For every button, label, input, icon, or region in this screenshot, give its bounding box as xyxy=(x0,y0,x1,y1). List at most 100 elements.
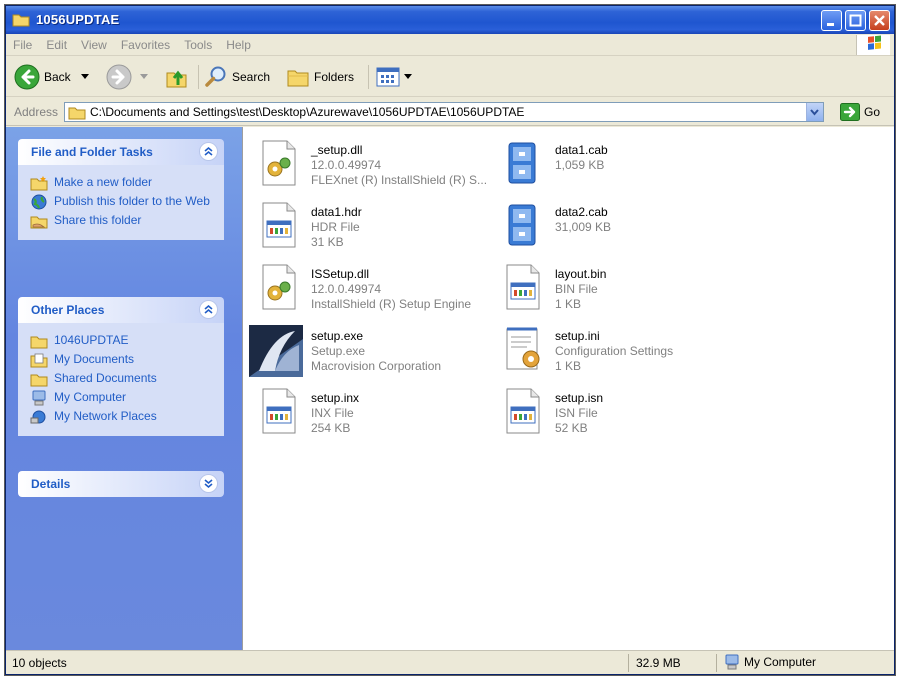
file-detail-2: 31 KB xyxy=(311,235,344,249)
make-new-folder-link[interactable]: Make a new folder xyxy=(30,175,216,191)
generic-file-icon xyxy=(506,264,540,310)
file-detail-1: 12.0.0.49974 xyxy=(311,158,382,172)
chevron-down-icon xyxy=(140,74,148,79)
file-item[interactable]: ISSetup.dll 12.0.0.49974 InstallShield (… xyxy=(255,263,495,319)
go-label: Go xyxy=(863,105,880,119)
search-button[interactable]: Search xyxy=(204,63,270,91)
file-detail-1: INX File xyxy=(311,406,354,420)
shared-documents-link[interactable]: Shared Documents xyxy=(30,371,216,387)
chevron-down-icon xyxy=(404,74,412,79)
chevron-up-icon xyxy=(204,146,213,156)
place-1046updtae-link[interactable]: 1046UPDTAE xyxy=(30,333,216,349)
address-input[interactable]: C:\Documents and Settings\test\Desktop\A… xyxy=(64,102,824,122)
file-name: layout.bin xyxy=(555,267,607,281)
details-panel: Details xyxy=(18,471,224,497)
zone-indicator: My Computer xyxy=(724,654,816,670)
menu-bar: File Edit View Favorites Tools Help xyxy=(6,34,894,56)
dll-file-icon xyxy=(262,140,296,186)
views-button[interactable] xyxy=(376,63,412,91)
file-detail-2: FLEXnet (R) InstallShield (R) S... xyxy=(311,173,488,187)
expand-button[interactable] xyxy=(199,474,218,493)
folders-label: Folders xyxy=(314,70,355,84)
menu-tools[interactable]: Tools xyxy=(177,34,219,56)
search-icon xyxy=(205,66,226,87)
my-documents-link[interactable]: My Documents xyxy=(30,352,216,368)
file-item[interactable]: data1.cab 1,059 KB xyxy=(499,139,739,195)
close-icon xyxy=(874,15,885,26)
panel-title: Details xyxy=(31,477,71,491)
menu-file[interactable]: File xyxy=(6,34,39,56)
explorer-window: 1056UPDTAE File Edit View Favorites Tools Hel… xyxy=(6,6,894,674)
menu-favorites[interactable]: Favorites xyxy=(114,34,177,56)
up-folder-button[interactable] xyxy=(164,63,190,91)
link-label: 1046UPDTAE xyxy=(54,333,129,347)
link-label: Share this folder xyxy=(54,213,142,227)
cab-file-icon xyxy=(508,142,536,184)
file-folder-tasks-header[interactable]: File and Folder Tasks xyxy=(18,139,224,165)
file-item[interactable]: setup.exe Setup.exe Macrovision Corporat… xyxy=(249,325,489,381)
address-dropdown-button[interactable] xyxy=(806,103,823,121)
globe-icon xyxy=(31,194,47,210)
address-label: Address xyxy=(14,105,59,119)
file-item[interactable]: layout.bin BIN File 1 KB xyxy=(499,263,739,319)
file-detail-1: BIN File xyxy=(555,282,598,296)
file-text: setup.inx INX File 254 KB xyxy=(311,391,359,436)
maximize-button[interactable] xyxy=(845,10,866,31)
back-button[interactable]: Back xyxy=(14,63,89,91)
chevron-up-icon xyxy=(204,304,213,314)
chevron-down-icon xyxy=(204,479,213,489)
link-label: Publish this folder to the Web xyxy=(54,194,210,208)
window-title: 1056UPDTAE xyxy=(36,12,120,27)
status-bar: 10 objects 32.9 MB My Computer xyxy=(6,650,894,674)
close-button[interactable] xyxy=(869,10,890,31)
menu-help[interactable]: Help xyxy=(219,34,258,56)
link-label: My Documents xyxy=(54,352,135,366)
file-name: setup.inx xyxy=(311,391,360,405)
back-label: Back xyxy=(44,70,71,84)
file-item[interactable]: setup.ini Configuration Settings 1 KB xyxy=(499,325,739,381)
file-detail-2: InstallShield (R) Setup Engine xyxy=(311,297,472,311)
minimize-icon xyxy=(827,23,834,26)
new-folder-icon xyxy=(30,176,48,191)
details-header[interactable]: Details xyxy=(18,471,224,497)
up-folder-icon xyxy=(166,70,187,88)
publish-folder-link[interactable]: Publish this folder to the Web xyxy=(30,194,216,210)
other-places-header[interactable]: Other Places xyxy=(18,297,224,323)
folder-icon xyxy=(12,14,30,27)
my-computer-link[interactable]: My Computer xyxy=(30,390,216,406)
address-bar: Address C:\Documents and Settings\test\D… xyxy=(6,98,894,126)
folders-button[interactable]: Folders xyxy=(286,63,354,91)
address-path: C:\Documents and Settings\test\Desktop\A… xyxy=(90,105,525,119)
minimize-button[interactable] xyxy=(821,10,842,31)
file-name: _setup.dll xyxy=(311,143,363,157)
toolbar: Back Search Folders xyxy=(6,57,894,97)
panel-title: Other Places xyxy=(31,303,105,317)
file-item[interactable]: setup.isn ISN File 52 KB xyxy=(499,387,739,443)
go-button[interactable]: Go xyxy=(839,103,880,121)
file-text: layout.bin BIN File 1 KB xyxy=(555,267,606,312)
computer-icon xyxy=(32,390,46,406)
file-text: ISSetup.dll 12.0.0.49974 InstallShield (… xyxy=(311,267,471,312)
collapse-button[interactable] xyxy=(199,300,218,319)
share-folder-link[interactable]: Share this folder xyxy=(30,213,216,229)
file-name: data2.cab xyxy=(555,205,608,219)
title-bar[interactable]: 1056UPDTAE xyxy=(6,6,894,34)
my-network-places-link[interactable]: My Network Places xyxy=(30,409,216,425)
collapse-button[interactable] xyxy=(199,142,218,161)
other-places-panel: Other Places 1046UPDTAE My Documents Sha… xyxy=(18,297,224,436)
link-label: My Network Places xyxy=(54,409,157,423)
file-item[interactable]: data2.cab 31,009 KB xyxy=(499,201,739,257)
file-item[interactable]: setup.inx INX File 254 KB xyxy=(255,387,495,443)
folders-icon xyxy=(287,70,309,87)
link-label: My Computer xyxy=(54,390,127,404)
menu-view[interactable]: View xyxy=(74,34,114,56)
forward-button[interactable] xyxy=(106,63,148,91)
file-item[interactable]: _setup.dll 12.0.0.49974 FLEXnet (R) Inst… xyxy=(255,139,495,195)
maximize-icon xyxy=(849,14,862,27)
windows-flag-icon xyxy=(868,35,881,50)
file-name: setup.isn xyxy=(555,391,604,405)
menu-edit[interactable]: Edit xyxy=(39,34,74,56)
file-name: data1.cab xyxy=(555,143,608,157)
file-item[interactable]: data1.hdr HDR File 31 KB xyxy=(255,201,495,257)
search-label: Search xyxy=(232,70,271,84)
